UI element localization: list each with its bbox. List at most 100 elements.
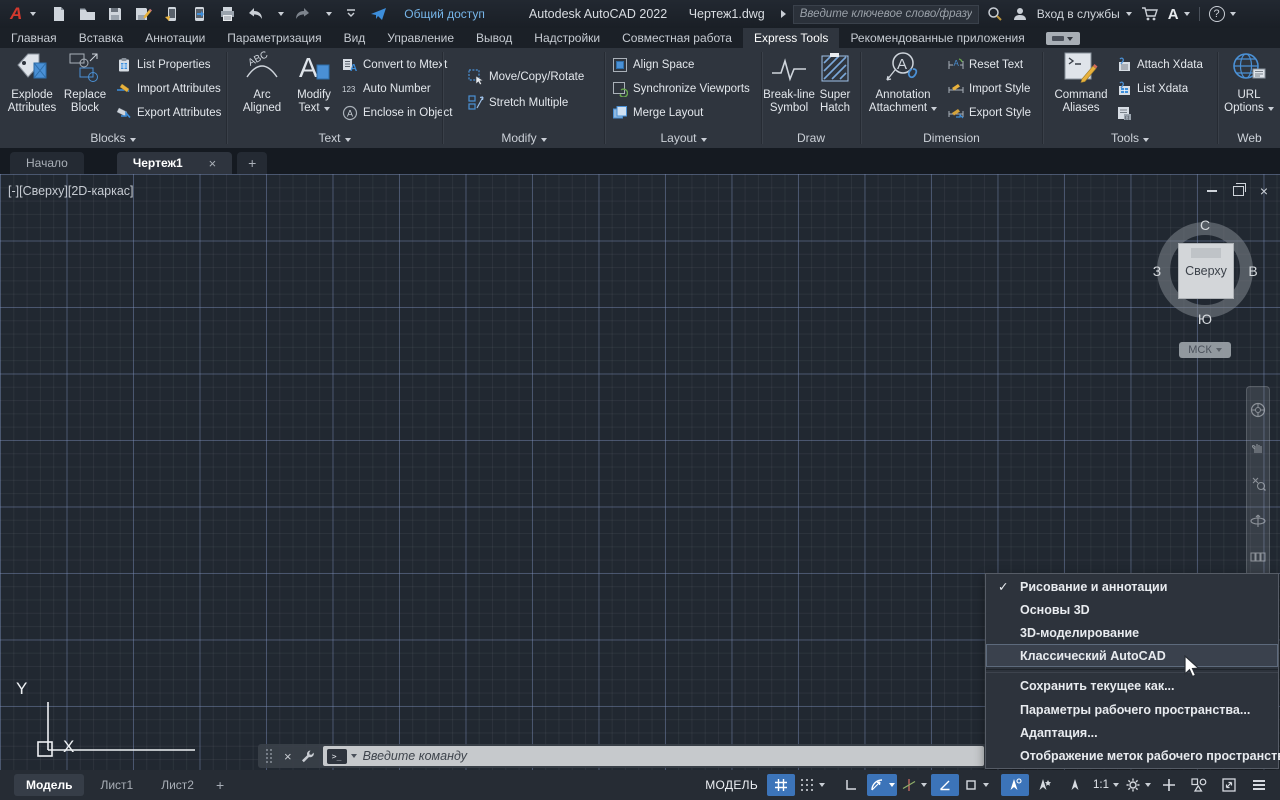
save-button[interactable] [106,5,124,23]
polar-caret-icon[interactable] [889,783,895,787]
xdata-extra-button[interactable]: (:) [1116,104,1137,122]
search-flyout-arrow-icon[interactable] [779,9,787,19]
navigation-bar[interactable] [1246,386,1270,578]
help-search-input[interactable] [792,4,979,24]
convert-to-mtext-button[interactable]: A Convert to Mtext [342,56,447,74]
object-snap-caret-icon[interactable] [983,783,989,787]
panel-title-text[interactable]: Text [228,131,441,145]
panel-title-dimension[interactable]: Dimension [862,131,1041,145]
model-tab[interactable]: Модель [14,774,85,796]
list-xdata-button[interactable]: List Xdata [1116,80,1188,98]
isodraft-toggle[interactable] [899,774,929,796]
open-file-button[interactable] [78,5,96,23]
panel-title-tools[interactable]: Tools [1044,131,1216,145]
share-icon[interactable] [370,5,388,23]
arc-aligned-button[interactable]: ABC Arc Aligned [236,51,288,115]
command-line-bar[interactable]: × >_ Введите команду [258,744,986,768]
break-line-symbol-button[interactable]: Break-line Symbol [763,51,815,115]
tab-home[interactable]: Главная [0,28,68,48]
panel-title-draw[interactable]: Draw [763,131,859,145]
align-space-button[interactable]: Align Space [612,56,694,74]
redo-caret-icon[interactable] [326,12,333,16]
annotation-scale-icon-button[interactable] [1061,774,1089,796]
menu-item-save-current-as[interactable]: Сохранить текущее как... [986,675,1278,698]
enclose-in-object-button[interactable]: A Enclose in Object [342,104,453,122]
drawing-close-button[interactable]: × [1260,184,1268,198]
tab-express-tools[interactable]: Express Tools [742,28,840,48]
panel-title-layout[interactable]: Layout [606,131,761,145]
ortho-mode-toggle[interactable] [837,774,865,796]
plot-button[interactable] [218,5,236,23]
zoom-icon[interactable] [1251,476,1266,492]
menu-item-workspace-settings[interactable]: Параметры рабочего пространства... [986,698,1278,721]
redo-button[interactable] [294,5,312,23]
annotation-autoscale-toggle[interactable] [1031,774,1059,796]
url-options-button[interactable]: URL Options [1221,51,1277,115]
drawing-minimize-button[interactable] [1206,190,1217,192]
export-attributes-button[interactable]: Export Attributes [116,104,221,122]
file-tab-close-icon[interactable]: × [209,156,217,171]
orbit-icon[interactable] [1250,514,1266,528]
command-grip-icon[interactable] [264,748,274,764]
command-input[interactable]: >_ Введите команду [322,746,984,766]
command-prompt-icon[interactable]: >_ [326,748,347,764]
scale-caret-icon[interactable] [1113,783,1119,787]
tab-annotate[interactable]: Аннотации [134,28,216,48]
logo-caret-icon[interactable] [30,12,37,16]
osnap-tracking-toggle[interactable] [931,774,959,796]
new-layout-button[interactable]: + [210,777,230,793]
undo-button[interactable] [246,5,264,23]
customization-button[interactable] [1155,774,1183,796]
tab-manage[interactable]: Управление [376,28,465,48]
command-history-caret-icon[interactable] [350,754,357,758]
autodesk-app-icon[interactable]: A [1168,6,1179,23]
command-aliases-button[interactable]: Command Aliases [1052,51,1110,115]
tab-collaborate[interactable]: Совместная работа [611,28,743,48]
import-style-button[interactable]: Import Style [948,80,1030,98]
snap-caret-icon[interactable] [819,783,825,787]
modify-text-button[interactable]: A Modify Text [288,51,340,115]
viewcube-top-face[interactable]: Сверху [1178,243,1234,299]
menu-item-customize[interactable]: Адаптация... [986,721,1278,744]
move-copy-rotate-button[interactable]: Move/Copy/Rotate [468,68,584,86]
workspace-caret-icon[interactable] [1145,783,1151,787]
object-snap-toggle[interactable] [961,774,991,796]
reset-text-button[interactable]: A Reset Text [948,56,1023,74]
synchronize-viewports-button[interactable]: Synchronize Viewports [612,80,750,98]
panel-title-modify[interactable]: Modify [444,131,604,145]
tab-output[interactable]: Вывод [465,28,523,48]
replace-block-button[interactable]: Replace Block [59,51,111,115]
viewcube-south[interactable]: Ю [1195,311,1215,327]
attach-xdata-button[interactable]: Attach Xdata [1116,56,1203,74]
auto-number-button[interactable]: 123 Auto Number [342,80,431,98]
menu-item-drafting-annotation[interactable]: ✓ Рисование и аннотации [986,575,1278,598]
export-style-button[interactable]: Export Style [948,104,1031,122]
tab-featured-apps[interactable]: Рекомендованные приложения [839,28,1035,48]
command-customize-wrench-icon[interactable] [300,749,315,764]
ribbon-display-toggle[interactable] [1045,32,1080,45]
help-icon[interactable]: ? [1208,6,1225,22]
viewport-controls[interactable]: [-][Сверху][2D-каркас] [8,184,134,198]
show-motion-icon[interactable] [1250,550,1266,562]
tab-insert[interactable]: Вставка [68,28,135,48]
snap-mode-toggle[interactable] [797,774,827,796]
viewcube-north[interactable]: С [1195,217,1215,233]
layout1-tab[interactable]: Лист1 [88,774,145,796]
stretch-multiple-button[interactable]: Stretch Multiple [468,94,568,112]
workspace-switching-button[interactable] [1123,774,1153,796]
open-from-mobile-button[interactable] [162,5,180,23]
model-space-label[interactable]: МОДЕЛЬ [705,778,758,792]
app-store-cart-icon[interactable] [1141,6,1159,22]
super-hatch-button[interactable]: Super Hatch [813,51,857,115]
help-caret-icon[interactable] [1229,12,1236,16]
menu-item-3d-basics[interactable]: Основы 3D [986,598,1278,621]
panel-title-blocks[interactable]: Blocks [0,131,226,145]
viewcube-west[interactable]: З [1147,263,1167,279]
layout2-tab[interactable]: Лист2 [149,774,206,796]
pan-hand-icon[interactable] [1251,440,1265,454]
customize-qat-button[interactable] [342,5,360,23]
undo-caret-icon[interactable] [278,12,285,16]
menu-item-3d-modeling[interactable]: 3D-моделирование [986,621,1278,644]
panel-title-web[interactable]: Web [1219,131,1280,145]
isolate-objects-button[interactable] [1185,774,1213,796]
